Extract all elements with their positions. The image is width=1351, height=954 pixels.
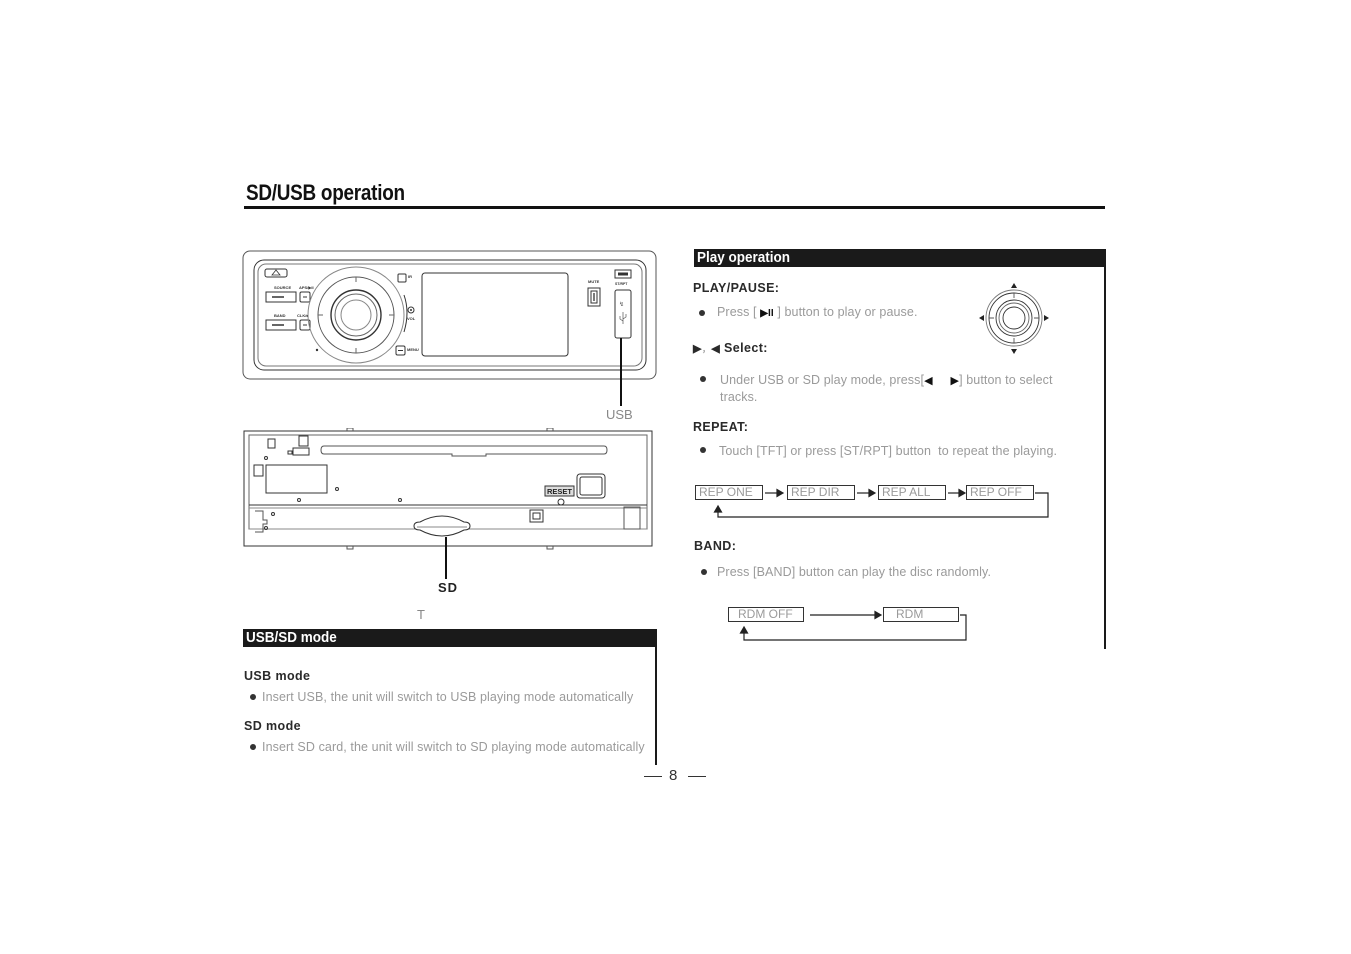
left-arrow-icon [979,315,984,321]
tft-screen [421,272,569,357]
prev-icon: ◀ [711,343,721,355]
play-operation-heading: Play operation [694,249,1106,267]
down-arrow-icon [1011,349,1017,354]
front-panel-illustration: SOURCE APS/▶II BAND CLK/■ IR VOL MENU MU… [242,250,657,380]
svg-text:MUTE: MUTE [588,279,600,284]
play-pause-text: Press [ ▶II ] button to play or pause. [717,305,918,319]
play-pause-title: PLAY/PAUSE: [693,281,780,295]
sd-label: SD [438,580,459,595]
band-text: Press [BAND] button can play the disc ra… [717,565,992,579]
sd-mode-text: Insert SD card, the unit will switch to … [262,740,645,754]
svg-text:ST/RPT: ST/RPT [615,282,628,286]
page-title: SD/USB operation [246,180,405,205]
select-title: ▶，◀ Select: [693,341,768,355]
up-arrow-icon [1011,283,1017,288]
bullet [250,744,256,750]
page-number-dash-right [688,776,706,777]
play-pause-icon: ▶II [760,308,774,319]
svg-text:BAND: BAND [274,313,286,318]
sd-leader-line [445,537,447,579]
usb-sd-mode-heading: USB/SD mode [243,629,657,647]
stray-char: T [417,607,425,622]
ir-sensor [397,273,407,283]
svg-text:↯: ↯ [619,301,624,308]
usb-mode-text: Insert USB, the unit will switch to USB … [262,690,634,704]
band-title: BAND: [694,539,737,553]
svg-text:MENU: MENU [407,347,419,352]
repeat-flow-arrows [713,488,1049,518]
page-number-dash-left [644,776,662,777]
section-vertical-rule [655,629,657,765]
svg-text:CLK/■: CLK/■ [297,313,309,318]
svg-text:IR: IR [408,274,412,279]
navigation-knob-illustration [979,283,1049,354]
page-number: 8 [669,767,678,784]
repeat-text: Touch [TFT] or press [ST/RPT] button to … [719,444,1058,458]
usb-label: USB [606,407,633,422]
eject-button [264,268,288,278]
next-icon: ▶ [693,343,702,355]
reset-label: RESET [547,487,572,496]
next-icon: ▶ [950,375,960,387]
bullet [250,694,256,700]
band-flow-arrows [739,610,967,641]
bullet [700,376,706,382]
svg-text:SOURCE: SOURCE [274,285,291,290]
repeat-title: REPEAT: [693,420,749,434]
title-rule [244,206,1105,209]
select-text-line2: tracks. [720,390,758,404]
volume-knob [307,266,405,364]
bullet [700,447,706,453]
svg-text:APS/▶II: APS/▶II [299,285,314,290]
prev-icon: ◀ [924,375,933,387]
bullet [701,569,707,575]
usb-mode-title: USB mode [244,669,311,683]
svg-text:VOL: VOL [407,316,416,321]
source-button-group: SOURCE APS/▶II [265,285,314,303]
back-panel-illustration: RESET [243,428,653,550]
bullet [699,310,705,316]
usb-leader-line [620,338,622,406]
select-text: Under USB or SD play mode, press[◀ ▶] bu… [720,373,1053,387]
right-arrow-icon [1044,315,1049,321]
sd-mode-title: SD mode [244,719,301,733]
band-button-group: BAND CLK/■ [265,313,311,331]
section-vertical-rule [1104,249,1106,649]
